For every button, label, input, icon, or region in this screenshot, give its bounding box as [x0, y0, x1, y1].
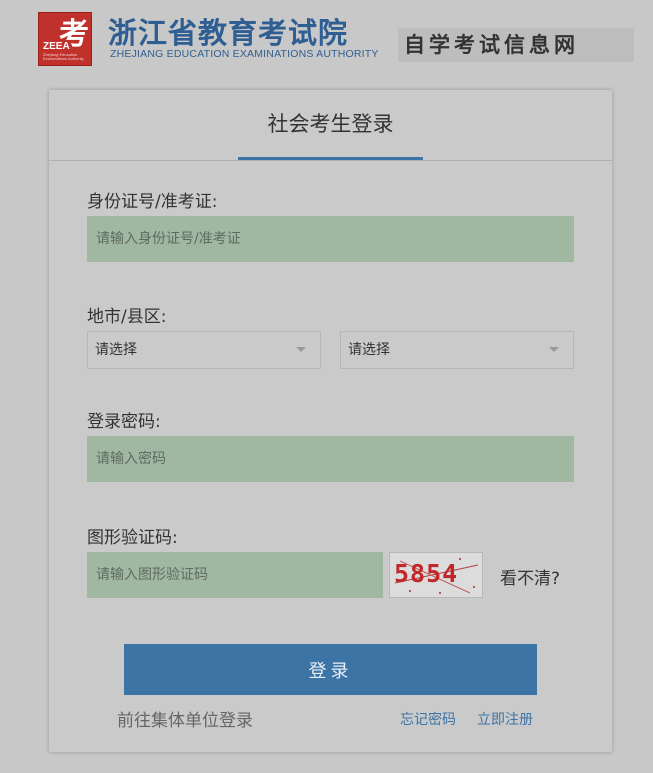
login-title: 社会考生登录 [267, 112, 394, 136]
id-label: 身份证号/准考证: [87, 192, 218, 212]
captcha-text: 5854 [394, 559, 459, 588]
org-name-english: ZHEJIANG EDUCATION EXAMINATIONS AUTHORIT… [110, 48, 379, 60]
login-button[interactable]: 登录 [124, 644, 537, 695]
forgot-password-link[interactable]: 忘记密码 [400, 709, 456, 729]
register-link[interactable]: 立即注册 [477, 709, 533, 729]
captcha-input[interactable] [87, 552, 383, 598]
refresh-captcha-link[interactable]: 看不清? [500, 564, 560, 589]
group-login-link[interactable]: 前往集体单位登录 [117, 706, 253, 731]
org-name: 浙江省教育考试院 [108, 16, 349, 50]
logo-abbreviation: ZEEA [43, 41, 70, 52]
city-select[interactable]: 请选择 [87, 331, 321, 369]
region-label: 地市/县区: [87, 307, 167, 327]
chevron-down-icon [549, 347, 559, 352]
password-input[interactable] [87, 436, 574, 482]
chevron-down-icon [296, 347, 306, 352]
city-select-value: 请选择 [95, 342, 137, 358]
captcha-label: 图形验证码: [87, 528, 178, 548]
title-underline [238, 157, 423, 160]
logo-tiny-text: Zhejiang Education Examinations Authorit… [43, 52, 84, 61]
login-card: 社会考生登录 身份证号/准考证: 地市/县区: 请选择 请选择 登录密码: 图形… [49, 90, 612, 752]
district-select[interactable]: 请选择 [340, 331, 574, 369]
captcha-image[interactable]: 5854 [389, 552, 483, 598]
site-name: 自学考试信息网 [398, 28, 634, 62]
title-divider [49, 160, 612, 161]
site-header: 考 ZEEA Zhejiang Education Examinations A… [0, 0, 653, 80]
district-select-value: 请选择 [348, 342, 390, 358]
id-input[interactable] [87, 216, 574, 262]
password-label: 登录密码: [87, 412, 161, 432]
zeea-logo: 考 ZEEA Zhejiang Education Examinations A… [38, 12, 92, 66]
